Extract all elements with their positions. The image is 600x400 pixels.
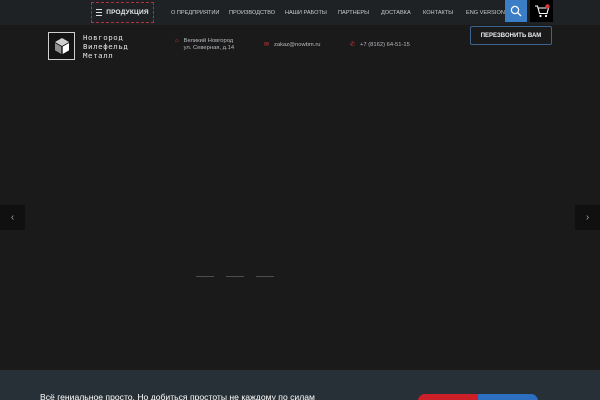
products-menu-label: ПРОДУКЦИЯ bbox=[106, 9, 149, 16]
products-menu-button[interactable]: ПРОДУКЦИЯ bbox=[91, 2, 154, 23]
company-name-line-3: Металл bbox=[83, 51, 114, 60]
address-info: ⌂ Великий Новгород ул. Северная, д.14 bbox=[175, 38, 234, 52]
slider-prev-button[interactable]: ‹ bbox=[0, 205, 25, 230]
home-icon: ⌂ bbox=[175, 38, 179, 44]
hero-slider: ‹ › bbox=[0, 67, 600, 370]
email-link[interactable]: zakaz@nowbm.ru bbox=[274, 42, 320, 49]
callback-button[interactable]: ПЕРЕЗВОНИТЬ ВАМ bbox=[470, 26, 552, 45]
cart-icon bbox=[534, 4, 550, 18]
menu-icon bbox=[96, 9, 103, 16]
company-logo[interactable] bbox=[48, 32, 75, 60]
cart-button[interactable] bbox=[530, 0, 553, 22]
company-name: Новгород Вилефельд Металл bbox=[83, 33, 128, 60]
address-line-2: ул. Северная, д.14 bbox=[183, 45, 235, 51]
search-button[interactable] bbox=[505, 0, 527, 22]
search-icon bbox=[510, 5, 522, 17]
red-banner bbox=[418, 394, 480, 400]
address-line-1: Великий Новгород bbox=[183, 38, 234, 44]
blue-banner bbox=[478, 394, 538, 400]
slider-dot-3[interactable] bbox=[256, 276, 274, 277]
slider-dot-1[interactable] bbox=[196, 276, 214, 277]
company-name-line-1: Новгород bbox=[83, 33, 124, 42]
nav-item-delivery[interactable]: ДОСТАВКА bbox=[381, 0, 411, 25]
phone-link[interactable]: +7 (8162) 64-51-15 bbox=[360, 42, 410, 49]
logo-emblem-icon bbox=[54, 38, 69, 54]
section-tagline: Всё гениальное просто. Но добиться прост… bbox=[40, 392, 315, 400]
phone-icon: ✆ bbox=[350, 42, 356, 48]
mail-icon: ✉ bbox=[264, 42, 270, 48]
nav-item-about[interactable]: О ПРЕДПРИЯТИИ bbox=[171, 0, 219, 25]
phone-info: ✆ +7 (8162) 64-51-15 bbox=[350, 42, 410, 49]
email-info: ✉ zakaz@nowbm.ru bbox=[264, 42, 321, 49]
company-name-line-2: Вилефельд bbox=[83, 42, 129, 51]
nav-item-works[interactable]: НАШИ РАБОТЫ bbox=[285, 0, 327, 25]
about-section: Всё гениальное просто. Но добиться прост… bbox=[0, 370, 600, 400]
slider-dot-2[interactable] bbox=[226, 276, 244, 277]
nav-item-eng-version[interactable]: ENG VERSION bbox=[466, 0, 505, 25]
nav-item-production[interactable]: ПРОИЗВОДСТВО bbox=[229, 0, 275, 25]
site-header: Новгород Вилефельд Металл ⌂ Великий Новг… bbox=[0, 25, 600, 67]
top-navigation: ПРОДУКЦИЯ О ПРЕДПРИЯТИИ ПРОИЗВОДСТВО НАШ… bbox=[0, 0, 600, 25]
chevron-right-icon: › bbox=[585, 212, 590, 223]
nav-item-contacts[interactable]: КОНТАКТЫ bbox=[423, 0, 453, 25]
slider-next-button[interactable]: › bbox=[575, 205, 600, 230]
chevron-left-icon: ‹ bbox=[10, 212, 15, 223]
nav-item-partners[interactable]: ПАРТНЕРЫ bbox=[338, 0, 369, 25]
